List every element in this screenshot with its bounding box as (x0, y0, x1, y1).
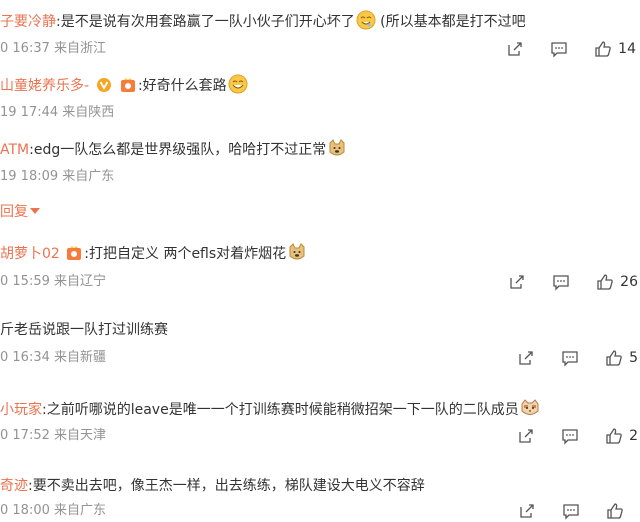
comment-text: :edg一队怎么都是世界级强队，哈哈打不过正常 (29, 142, 327, 158)
comment-actions (516, 500, 640, 522)
cat-emoji-icon (521, 399, 539, 415)
comment-actions: 26 (506, 271, 640, 293)
share-icon[interactable] (516, 500, 538, 522)
comment-text: :好奇什么套路 (137, 78, 227, 94)
comment-actions: 5 (515, 347, 640, 369)
username[interactable]: 小玩家 (0, 402, 42, 418)
like-icon[interactable] (603, 347, 625, 369)
comment-icon[interactable] (559, 347, 581, 369)
share-icon[interactable] (506, 271, 528, 293)
comment-actions: 2 (515, 425, 640, 447)
comment-meta: 0 16:34 来自新疆 (0, 350, 106, 365)
fan-badge-icon (120, 78, 135, 92)
caret-down-icon (30, 208, 40, 214)
comment-6: 小玩家:之前听哪说的leave是唯一一个打训练赛时候能稍微招架一下一队的二队成员 (0, 398, 540, 420)
username[interactable]: ATM (0, 142, 29, 158)
comment-text: 斤老岳说跟一队打过训练赛 (0, 322, 168, 338)
comment-3: ATM:edg一队怎么都是世界级强队，哈哈打不过正常 (0, 138, 347, 160)
like-icon[interactable] (594, 271, 616, 293)
like-count: 5 (629, 350, 638, 366)
comment-meta: 19 18:09 来自广东 (0, 169, 115, 184)
comment-meta: 0 16:37 来自浙江 (0, 41, 106, 56)
comment-meta: 0 17:52 来自天津 (0, 428, 106, 443)
reply-toggle-label: 回复 (0, 204, 28, 220)
comment-actions: 14 (504, 38, 640, 60)
comment-text-continued: (所以基本都是打不过吧 (380, 14, 526, 30)
like-icon[interactable] (592, 38, 614, 60)
username[interactable]: 胡萝卜02 (0, 246, 60, 262)
like-count: 26 (620, 274, 638, 290)
comment-7: 奇迹:要不卖出去吧，像王杰一样，出去练练，梯队建设大电义不容辞 (0, 476, 425, 496)
username[interactable]: 山童姥养乐多- (0, 78, 89, 94)
comment-4: 胡萝卜02 :打把自定义 两个efls对着炸烟花 (0, 242, 307, 264)
like-count: 2 (629, 428, 638, 444)
share-icon[interactable] (504, 38, 526, 60)
drool-emoji-icon (356, 10, 376, 30)
like-count: 14 (618, 41, 636, 57)
comment-icon[interactable] (548, 38, 570, 60)
comment-icon[interactable] (559, 425, 581, 447)
comment-text: :之前听哪说的leave是唯一一个打训练赛时候能稍微招架一下一队的二队成员 (42, 402, 519, 418)
comment-meta: 0 18:00 来自广东 (0, 503, 106, 518)
share-icon[interactable] (515, 347, 537, 369)
comment-5: 斤老岳说跟一队打过训练赛 (0, 320, 168, 340)
doge-emoji-icon (289, 243, 305, 260)
v-badge-icon (96, 78, 111, 92)
comment-2: 山童姥养乐多- :好奇什么套路 (0, 74, 248, 96)
comment-text: :要不卖出去吧，像王杰一样，出去练练，梯队建设大电义不容辞 (28, 478, 425, 494)
like-icon[interactable] (604, 500, 626, 522)
like-icon[interactable] (603, 425, 625, 447)
reply-toggle[interactable]: 回复 (0, 202, 40, 222)
comment-meta: 19 17:44 来自陕西 (0, 105, 115, 120)
comment-icon[interactable] (550, 271, 572, 293)
comment-icon[interactable] (560, 500, 582, 522)
username[interactable]: 奇迹 (0, 478, 28, 494)
smile-emoji-icon (228, 74, 248, 94)
comment-meta: 0 15:59 来自辽宁 (0, 274, 106, 289)
comment-1: 子要冷静:是不是说有次用套路赢了一队小伙子们开心坏了 (所以基本都是打不过吧 (0, 10, 526, 32)
share-icon[interactable] (515, 425, 537, 447)
username[interactable]: 子要冷静 (0, 14, 56, 30)
comment-text: :打把自定义 两个efls对着炸烟花 (84, 246, 287, 262)
comment-text: :是不是说有次用套路赢了一队小伙子们开心坏了 (56, 14, 355, 30)
fan-badge-icon (67, 246, 82, 260)
doge-emoji-icon (329, 139, 345, 156)
